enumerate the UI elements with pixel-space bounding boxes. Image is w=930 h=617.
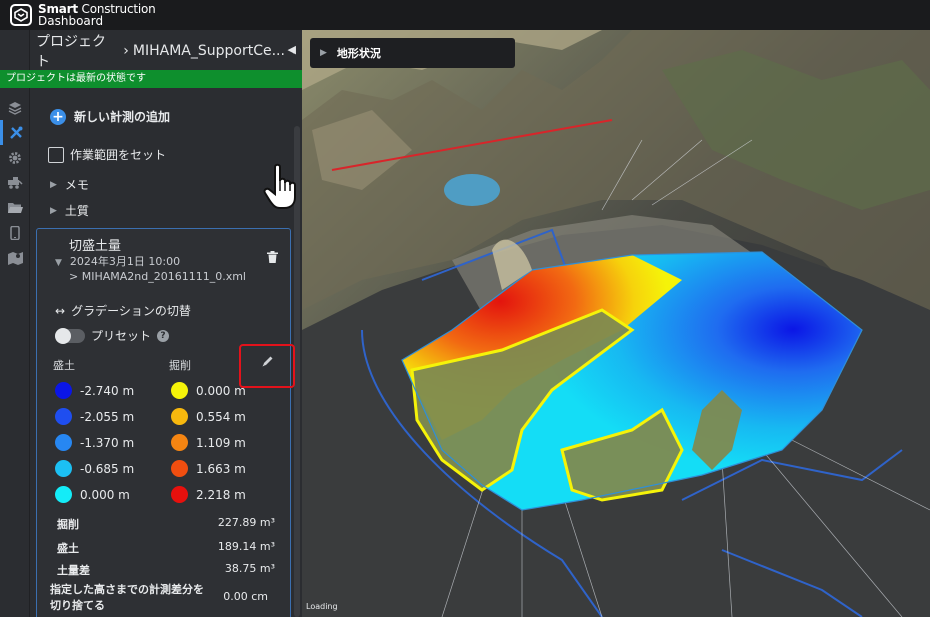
vehicle-icon[interactable] <box>0 170 30 195</box>
brand-name: Smart Construction Dashboard <box>38 2 156 28</box>
side-panel: プロジェクト › MIHAMA_SupportCe... ▾ ◀ プロジェクトは… <box>0 30 302 617</box>
legend-swatch <box>171 434 188 451</box>
toggle-switch[interactable] <box>55 327 85 344</box>
folder-icon[interactable] <box>0 195 30 220</box>
collapse-panel-icon[interactable]: ◀ <box>288 43 296 56</box>
map-icon[interactable] <box>0 245 30 270</box>
stat-fill: 盛土 189.14 m³ <box>57 540 275 555</box>
legend-swatch <box>55 382 72 399</box>
set-work-area-checkbox[interactable]: 作業範囲をセット <box>48 146 166 163</box>
legend-item[interactable]: -0.685 m <box>55 460 134 477</box>
gear-icon[interactable] <box>0 145 30 170</box>
legend-item[interactable]: 1.663 m <box>171 460 246 477</box>
chevron-right-icon: ▶ <box>320 48 327 58</box>
project-name[interactable]: MIHAMA_SupportCe... <box>133 43 285 59</box>
legend-swatch <box>171 382 188 399</box>
card-file-link[interactable]: > MIHAMA2nd_20161111_0.xml <box>69 270 246 283</box>
memo-section[interactable]: ▶ メモ <box>50 176 89 193</box>
legend-item[interactable]: 0.000 m <box>171 382 246 399</box>
chevron-right-icon: ▶ <box>50 205 57 216</box>
gradation-toggle[interactable]: ↔ グラデーションの切替 <box>55 302 191 319</box>
cutoff-value[interactable]: 0.00 cm <box>223 590 268 613</box>
checkbox-icon[interactable] <box>48 146 64 163</box>
cut-fill-card: 切盛土量 ▼ 2024年3月1日 10:00 > MIHAMA2nd_201611… <box>36 228 295 617</box>
add-measurement-label: 新しい計測の追加 <box>74 110 171 124</box>
add-measurement-button[interactable]: + 新しい計測の追加 <box>50 108 170 125</box>
stat-difference: 土量差 38.75 m³ <box>57 562 275 577</box>
legend-swatch <box>55 460 72 477</box>
breadcrumb-root[interactable]: プロジェクト <box>36 31 119 71</box>
app-header: Smart Construction Dashboard <box>0 0 930 30</box>
preset-toggle[interactable]: プリセット ? <box>55 327 170 344</box>
tools-icon[interactable] <box>0 120 30 145</box>
legend-item[interactable]: 1.109 m <box>171 434 246 451</box>
chevron-down-icon: ▼ <box>55 258 62 268</box>
loading-text: Loading <box>306 602 338 611</box>
legend-item[interactable]: -2.055 m <box>55 408 134 425</box>
legend-item[interactable]: 2.218 m <box>171 486 246 503</box>
legend-item[interactable]: -2.740 m <box>55 382 134 399</box>
breadcrumb: プロジェクト › MIHAMA_SupportCe... ▾ ◀ <box>6 34 296 70</box>
cut-legend-header: 掘削 <box>169 359 191 372</box>
legend-item[interactable]: -1.370 m <box>55 434 134 451</box>
plus-icon: + <box>50 108 66 125</box>
card-date[interactable]: ▼ 2024年3月1日 10:00 <box>55 253 180 269</box>
chevron-right-icon: ▶ <box>50 179 57 190</box>
set-work-area-label: 作業範囲をセット <box>70 148 167 162</box>
layers-icon[interactable] <box>0 95 30 120</box>
project-status-banner: プロジェクトは最新の状態です <box>0 70 302 88</box>
card-title: 切盛土量 <box>69 239 122 254</box>
legend-swatch <box>171 460 188 477</box>
soil-section[interactable]: ▶ 土質 <box>50 202 89 219</box>
terrain-status-toggle[interactable]: ▶ 地形状況 <box>310 38 515 68</box>
terrain-3d-view[interactable]: ▶ 地形状況 Loading <box>302 30 930 617</box>
legend-item[interactable]: 0.000 m <box>55 486 130 503</box>
terrain-render[interactable] <box>302 30 930 617</box>
legend-swatch <box>171 408 188 425</box>
memo-label: メモ <box>64 178 89 192</box>
mobile-icon[interactable] <box>0 220 30 245</box>
help-icon[interactable]: ? <box>157 329 170 342</box>
left-icon-rail <box>0 30 30 617</box>
swap-arrows-icon: ↔ <box>55 303 66 318</box>
legend-swatch <box>55 434 72 451</box>
pointer-hand-icon <box>263 163 296 209</box>
legend-swatch <box>55 486 72 503</box>
fill-legend-header: 盛土 <box>53 359 75 372</box>
legend-swatch <box>55 408 72 425</box>
breadcrumb-separator: › <box>123 43 129 59</box>
preset-label: プリセット <box>91 329 152 343</box>
stat-cut: 掘削 227.89 m³ <box>57 516 275 531</box>
trash-icon[interactable] <box>267 251 278 266</box>
pencil-icon[interactable] <box>261 355 274 372</box>
legend-swatch <box>171 486 188 503</box>
legend-item[interactable]: 0.554 m <box>171 408 246 425</box>
cutoff-setting: 指定した高さまでの計測差分を 切り捨てる 0.00 cm <box>50 583 268 613</box>
soil-label: 土質 <box>64 204 89 218</box>
brand-logo-icon <box>10 4 32 26</box>
